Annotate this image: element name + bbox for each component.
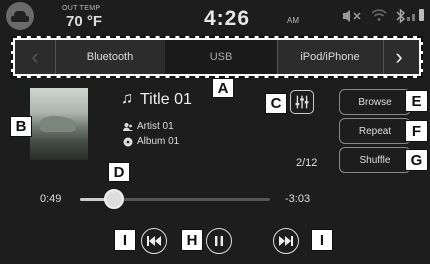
mute-icon: [343, 10, 361, 22]
callout-d: D: [108, 162, 130, 182]
pause-button[interactable]: [206, 228, 232, 254]
track-title: Title 01: [140, 91, 192, 108]
source-tabs: ‹ Bluetooth USB iPod/iPhone ›: [11, 36, 423, 78]
callout-c: C: [265, 93, 287, 114]
car-icon: [6, 2, 34, 30]
album-icon: [123, 137, 133, 147]
track-album: Album 01: [137, 136, 180, 147]
track-counter: 2/12: [296, 157, 318, 169]
battery-icon: [407, 9, 424, 21]
equalizer-icon[interactable]: [290, 90, 314, 114]
chevron-right-icon[interactable]: ›: [379, 40, 419, 74]
tab-ipod-iphone[interactable]: iPod/iPhone: [277, 40, 384, 74]
wifi-icon: [371, 9, 387, 21]
next-track-button[interactable]: [273, 228, 299, 254]
browse-button[interactable]: Browse: [339, 89, 411, 115]
previous-track-icon: [147, 236, 161, 246]
tab-usb[interactable]: USB: [165, 40, 278, 74]
clock: 4:26: [204, 7, 251, 30]
progress-knob[interactable]: [104, 189, 125, 209]
callout-f: F: [405, 120, 428, 142]
out-temp-label: OUT TEMP: [62, 5, 101, 12]
repeat-button[interactable]: Repeat: [339, 118, 411, 144]
pause-icon: [215, 236, 223, 246]
shuffle-button[interactable]: Shuffle: [339, 147, 411, 173]
album-art: [30, 88, 88, 160]
previous-track-button[interactable]: [141, 228, 167, 254]
status-bar: OUT TEMP 70 °F 4:26 AM: [0, 0, 430, 34]
tab-bluetooth[interactable]: Bluetooth: [55, 40, 166, 74]
callout-a: A: [212, 78, 234, 98]
chevron-left-icon[interactable]: ‹: [15, 40, 56, 74]
callout-i-right: I: [311, 229, 333, 251]
track-artist: Artist 01: [137, 121, 174, 132]
music-note-icon: ♫: [121, 90, 133, 107]
callout-h: H: [181, 229, 203, 251]
callout-i-left: I: [114, 229, 136, 251]
elapsed-time: 0:49: [40, 193, 62, 205]
callout-b: B: [10, 116, 32, 137]
media-screen: OUT TEMP 70 °F 4:26 AM ‹ Bluetooth USB i…: [0, 0, 430, 264]
out-temp-value: 70 °F: [66, 13, 103, 30]
artist-icon: [123, 123, 133, 131]
callout-g: G: [405, 149, 428, 171]
bluetooth-icon: [396, 8, 406, 24]
callout-e: E: [405, 90, 428, 112]
remaining-time: -3:03: [285, 193, 311, 205]
next-track-icon: [279, 236, 293, 246]
clock-ampm: AM: [287, 16, 299, 25]
